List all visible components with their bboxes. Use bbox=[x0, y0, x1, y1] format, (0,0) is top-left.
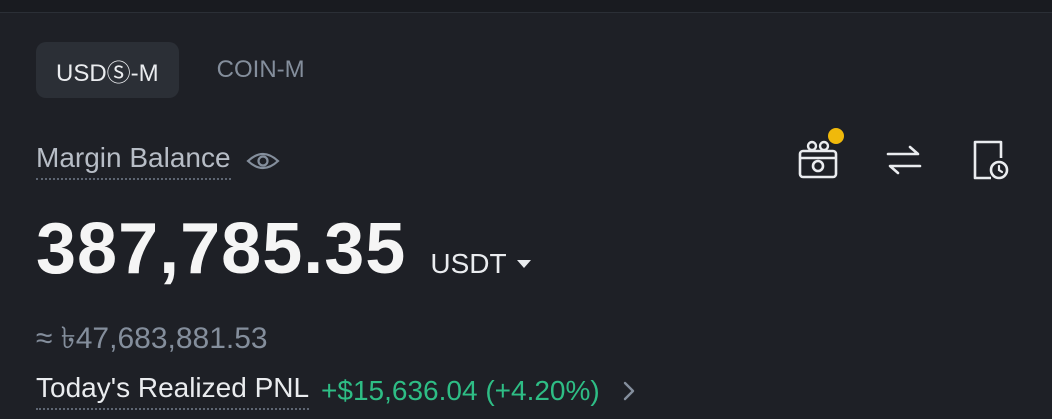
tab-label: COIN-M bbox=[216, 56, 305, 83]
realized-pnl-row[interactable]: Today's Realized PNL +$15,636.04 (+4.20%… bbox=[36, 372, 640, 410]
margin-balance-row: 387,785.35 USDT bbox=[36, 208, 531, 290]
margin-balance-value: 387,785.35 bbox=[36, 209, 407, 289]
account-actions bbox=[796, 128, 1012, 185]
currency-label: USDT bbox=[430, 248, 507, 279]
margin-type-tabs: USDⓈ-M COIN-M bbox=[36, 42, 325, 98]
tab-label: USDⓈ-M bbox=[56, 59, 159, 87]
top-divider bbox=[0, 0, 1052, 13]
document-clock-icon bbox=[969, 138, 1011, 187]
chevron-right-icon[interactable] bbox=[622, 380, 640, 402]
fiat-equivalent: ≈ ৳47,683,881.53 bbox=[36, 322, 268, 355]
rewards-button[interactable] bbox=[796, 128, 844, 185]
tab-usds-m[interactable]: USDⓈ-M bbox=[36, 42, 179, 98]
notification-dot bbox=[828, 128, 844, 144]
gift-camera-icon bbox=[797, 140, 839, 185]
tab-coin-m[interactable]: COIN-M bbox=[197, 42, 325, 98]
margin-balance-header: Margin Balance bbox=[36, 142, 281, 180]
realized-pnl-label[interactable]: Today's Realized PNL bbox=[36, 372, 310, 410]
transfer-button[interactable] bbox=[882, 140, 926, 184]
currency-selector[interactable]: USDT bbox=[430, 248, 531, 280]
transfer-arrows-icon bbox=[884, 143, 924, 182]
history-button[interactable] bbox=[968, 140, 1012, 184]
realized-pnl-value: +$15,636.04 (+4.20%) bbox=[321, 375, 600, 406]
margin-balance-label[interactable]: Margin Balance bbox=[36, 142, 231, 180]
eye-icon[interactable] bbox=[245, 149, 281, 173]
caret-down-icon bbox=[516, 260, 531, 268]
